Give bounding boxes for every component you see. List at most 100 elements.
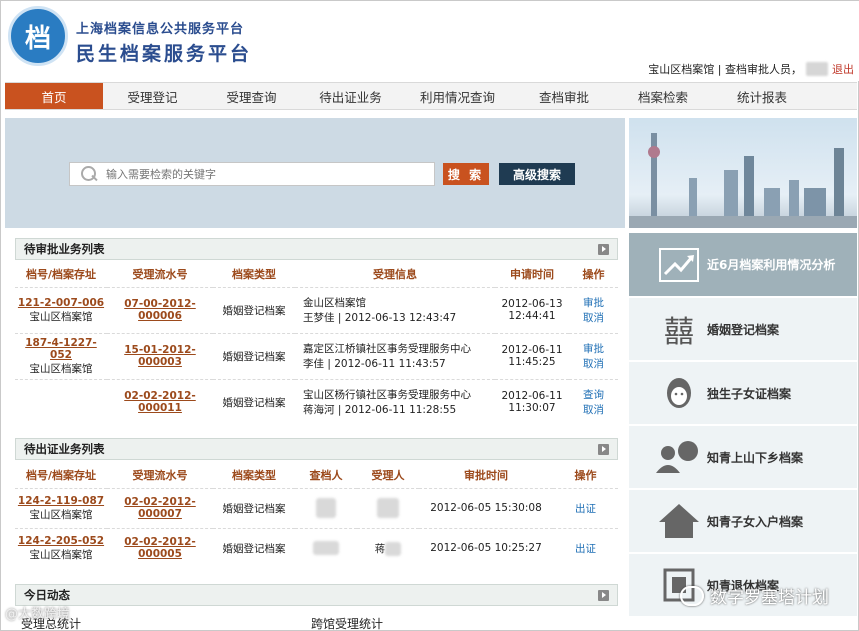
- flow-number-link[interactable]: 02-02-2012-000011: [124, 390, 196, 414]
- sidebar-item-marriage[interactable]: 囍 婚姻登记档案: [629, 298, 857, 361]
- user-info: 宝山区档案馆 | 查档审批人员， 退出: [648, 61, 854, 77]
- archive-type: 婚姻登记档案: [213, 487, 295, 528]
- pending-cert-header: 待出证业务列表: [15, 438, 618, 460]
- main-content: 搜 索 高级搜索 待审批业务列表 档号/档案存址 受理流水号 档案类型 受理信息…: [5, 118, 625, 631]
- nav-archive-search[interactable]: 档案检索: [613, 83, 713, 109]
- redacted-viewer: [316, 498, 336, 518]
- double-happiness-icon: 囍: [664, 315, 694, 350]
- main-nav: 首页 受理登记 受理查询 待出证业务 利用情况查询 查档审批 档案检索 统计报表: [5, 82, 857, 110]
- sidebar-item-youth-children[interactable]: 知青子女入户档案: [629, 490, 857, 553]
- chart-trend-icon: [651, 245, 707, 285]
- cancel-link[interactable]: 取消: [569, 356, 618, 371]
- query-link[interactable]: 查询: [569, 387, 618, 402]
- logo-glyph: 档: [24, 23, 51, 54]
- sidebar-item-only-child[interactable]: 独生子女证档案: [629, 362, 857, 425]
- sidebar-item-usage-analysis[interactable]: 近6月档案利用情况分析: [629, 233, 857, 296]
- col-approve-time: 审批时间: [464, 468, 508, 482]
- advanced-search-button[interactable]: 高级搜索: [499, 163, 575, 185]
- sidebar: 近6月档案利用情况分析 囍 婚姻登记档案 独生子女证档案 知青上山下乡档案 知青…: [629, 118, 857, 631]
- archive-location: 宝山区档案馆: [29, 548, 93, 561]
- apply-date: 2012-06-11: [501, 344, 563, 356]
- search-button[interactable]: 搜 索: [443, 163, 489, 185]
- apply-time: 11:45:25: [508, 356, 556, 368]
- today-header: 今日动态: [15, 584, 618, 606]
- nav-query[interactable]: 受理查询: [202, 83, 301, 109]
- sidebar-item-label: 婚姻登记档案: [707, 322, 780, 337]
- col-flow: 受理流水号: [132, 468, 188, 482]
- archive-type: 婚姻登记档案: [213, 378, 295, 425]
- info-office: 嘉定区江桥镇社区事务受理服务中心: [303, 343, 471, 355]
- col-info: 受理信息: [373, 267, 417, 281]
- cancel-link[interactable]: 取消: [569, 310, 618, 325]
- more-arrow-icon[interactable]: [598, 444, 609, 455]
- col-viewer: 查档人: [309, 468, 343, 482]
- child-face-icon: [651, 373, 707, 413]
- redacted-handler: [385, 541, 402, 556]
- apply-date: 2012-06-11: [501, 390, 563, 403]
- archive-location: 宝山区档案馆: [29, 362, 93, 375]
- watermark-right: 数字罗塞塔计划: [680, 583, 829, 608]
- sidebar-item-label: 独生子女证档案: [707, 386, 792, 401]
- archive-type: 婚姻登记档案: [213, 332, 295, 379]
- approve-time: 2012-06-05 15:30:08: [419, 487, 553, 528]
- archive-number-link[interactable]: 121-2-007-006: [15, 297, 107, 309]
- archive-number-link[interactable]: 187-4-1227-052: [15, 337, 107, 361]
- pending-approval-title: 待审批业务列表: [24, 242, 105, 256]
- nav-home[interactable]: 首页: [5, 83, 103, 109]
- approve-time: 2012-06-05 10:25:27: [419, 527, 553, 568]
- table-row: 124-2-119-087 宝山区档案馆 02-02-2012-000007 婚姻…: [15, 487, 618, 528]
- flow-number-link[interactable]: 07-00-2012-000006: [124, 298, 196, 322]
- info-person-time: 蒋海河 | 2012-06-11 11:28:55: [303, 404, 457, 417]
- watermark-left: @大数跨境: [5, 607, 71, 622]
- apply-time: 11:30:07: [508, 402, 556, 415]
- flow-number-link[interactable]: 02-02-2012-000005: [124, 536, 196, 560]
- user-info-text: 宝山区档案馆 | 查档审批人员，: [648, 63, 802, 76]
- table-row: 121-2-007-006 宝山区档案馆 07-00-2012-000006 婚姻…: [15, 286, 618, 333]
- more-arrow-icon[interactable]: [598, 590, 609, 601]
- nav-usage-query[interactable]: 利用情况查询: [400, 83, 515, 109]
- table-row: 187-4-1227-052 宝山区档案馆 15-01-2012-000003 婚…: [15, 332, 618, 379]
- sidebar-item-label: 知青上山下乡档案: [707, 450, 804, 465]
- chat-bubble-icon: [680, 585, 704, 606]
- header: 档 上海档案信息公共服务平台 民生档案服务平台 宝山区档案馆 | 查档审批人员，…: [1, 1, 859, 81]
- sidebar-item-label: 知青子女入户档案: [707, 514, 804, 529]
- col-archive: 档号/档案存址: [25, 468, 97, 482]
- archive-type: 婚姻登记档案: [213, 527, 295, 568]
- approve-link[interactable]: 审批: [569, 341, 618, 356]
- more-arrow-icon[interactable]: [598, 244, 609, 255]
- issue-cert-link[interactable]: 出证: [553, 501, 618, 516]
- pending-approval-header: 待审批业务列表: [15, 238, 618, 260]
- archive-number-link[interactable]: 124-2-119-087: [15, 495, 107, 507]
- table-row: 124-2-205-052 宝山区档案馆 02-02-2012-000005 婚姻…: [15, 527, 618, 568]
- flow-number-link[interactable]: 15-01-2012-000003: [124, 344, 196, 368]
- people-chat-icon: [651, 437, 707, 477]
- city-skyline-image: [629, 118, 857, 228]
- search-input[interactable]: [106, 167, 426, 181]
- logout-link[interactable]: 退出: [832, 61, 854, 77]
- handler-name: 蒋: [374, 542, 386, 555]
- nav-registration[interactable]: 受理登记: [103, 83, 202, 109]
- nav-reports[interactable]: 统计报表: [713, 83, 811, 109]
- archive-location: 宝山区档案馆: [29, 508, 93, 521]
- house-icon: [651, 501, 707, 541]
- issue-cert-link[interactable]: 出证: [553, 541, 618, 556]
- approve-link[interactable]: 审批: [569, 295, 618, 310]
- apply-time: 12:44:41: [508, 310, 556, 322]
- flow-number-link[interactable]: 02-02-2012-000007: [124, 496, 196, 520]
- col-archive: 档号/档案存址: [25, 267, 97, 281]
- pending-approval-table: 档号/档案存址 受理流水号 档案类型 受理信息 申请时间 操作 121-2-00…: [15, 261, 618, 425]
- site-logo[interactable]: 档: [8, 6, 68, 66]
- apply-date: 2012-06-13: [501, 298, 563, 310]
- archive-number-link[interactable]: 124-2-205-052: [15, 535, 107, 547]
- col-handler: 受理人: [371, 468, 405, 482]
- col-type: 档案类型: [232, 468, 276, 482]
- cross-stats-label: 跨馆受理统计: [311, 617, 384, 631]
- info-office: 宝山区杨行镇社区事务受理服务中心: [303, 389, 471, 402]
- sidebar-item-educated-youth[interactable]: 知青上山下乡档案: [629, 426, 857, 489]
- search-box: [69, 162, 435, 186]
- nav-approval[interactable]: 查档审批: [515, 83, 613, 109]
- cancel-link[interactable]: 取消: [569, 402, 618, 417]
- site-title: 民生档案服务平台: [76, 43, 253, 65]
- site-subtitle: 上海档案信息公共服务平台: [76, 22, 245, 37]
- nav-pending-cert[interactable]: 待出证业务: [301, 83, 400, 109]
